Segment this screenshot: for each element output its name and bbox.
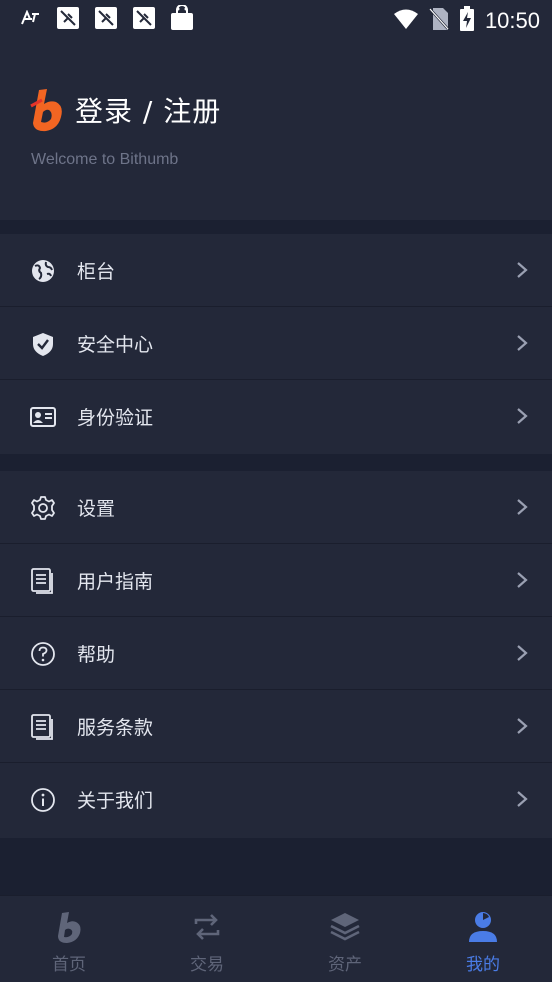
id-card-icon (30, 407, 56, 427)
tab-trade[interactable]: 交易 (138, 896, 276, 982)
chevron-right-icon (517, 572, 528, 588)
chevron-right-icon (517, 499, 528, 515)
app-notification-icon (94, 6, 118, 30)
clock: 10:50 (484, 8, 540, 33)
menu-group-general: 设置 用户指南 帮助 服务条款 关于我们 (0, 471, 552, 838)
chevron-right-icon (517, 718, 528, 734)
menu-label: 身份验证 (77, 406, 154, 429)
app-notification-icon (56, 6, 80, 30)
menu-item-help[interactable]: 帮助 (0, 617, 552, 690)
menu-item-terms-of-service[interactable]: 服务条款 (0, 690, 552, 763)
menu-label: 柜台 (77, 260, 116, 283)
tab-home[interactable]: 首页 (0, 896, 138, 982)
menu-item-about-us[interactable]: 关于我们 (0, 763, 552, 835)
gear-icon (31, 496, 55, 520)
login-register-title[interactable]: 登录 / 注册 (75, 90, 221, 130)
menu-label: 关于我们 (77, 789, 154, 812)
exchange-icon (194, 914, 220, 940)
bithumb-logo-icon (30, 89, 62, 132)
bottom-tab-bar: 首页 交易 资产 我的 (0, 895, 552, 982)
menu-label: 帮助 (77, 643, 116, 666)
system-status: 10:50 (393, 6, 540, 36)
info-icon (31, 788, 55, 812)
globe-icon (32, 260, 54, 282)
help-icon (31, 642, 55, 666)
tab-label: 首页 (52, 955, 86, 975)
document-icon (31, 714, 53, 740)
tab-label: 我的 (466, 955, 500, 975)
notification-icons (18, 5, 194, 30)
layers-icon (330, 913, 360, 941)
menu-item-user-guide[interactable]: 用户指南 (0, 544, 552, 617)
chevron-right-icon (517, 262, 528, 278)
tab-label: 交易 (190, 955, 224, 975)
shield-icon (33, 333, 53, 356)
chevron-right-icon (517, 408, 528, 424)
profile-header[interactable]: 登录 / 注册 Welcome to Bithumb (0, 40, 552, 220)
shopping-bag-icon (170, 5, 194, 30)
chevron-right-icon (517, 335, 528, 351)
menu-label: 服务条款 (77, 716, 154, 739)
menu-item-counter[interactable]: 柜台 (0, 234, 552, 307)
profile-icon (469, 912, 497, 942)
menu-group-account: 柜台 安全中心 身份验证 (0, 234, 552, 454)
battery-charging-icon (459, 6, 475, 36)
menu-item-identity-verification[interactable]: 身份验证 (0, 380, 552, 452)
welcome-subtitle: Welcome to Bithumb (31, 151, 179, 168)
tab-mine[interactable]: 我的 (414, 896, 552, 982)
tab-label: 资产 (328, 955, 362, 975)
chevron-right-icon (517, 645, 528, 661)
menu-item-security-center[interactable]: 安全中心 (0, 307, 552, 380)
home-logo-icon (58, 912, 81, 943)
menu-label: 安全中心 (77, 333, 154, 356)
document-icon (31, 568, 53, 594)
menu-label: 用户指南 (77, 570, 154, 593)
chevron-right-icon (517, 791, 528, 807)
wifi-icon (393, 8, 419, 34)
tab-assets[interactable]: 资产 (276, 896, 414, 982)
menu-item-settings[interactable]: 设置 (0, 471, 552, 544)
translate-icon (18, 6, 42, 30)
no-sim-icon (429, 7, 449, 35)
app-notification-icon (132, 6, 156, 30)
menu-label: 设置 (77, 497, 116, 520)
status-bar: 10:50 (0, 0, 552, 40)
